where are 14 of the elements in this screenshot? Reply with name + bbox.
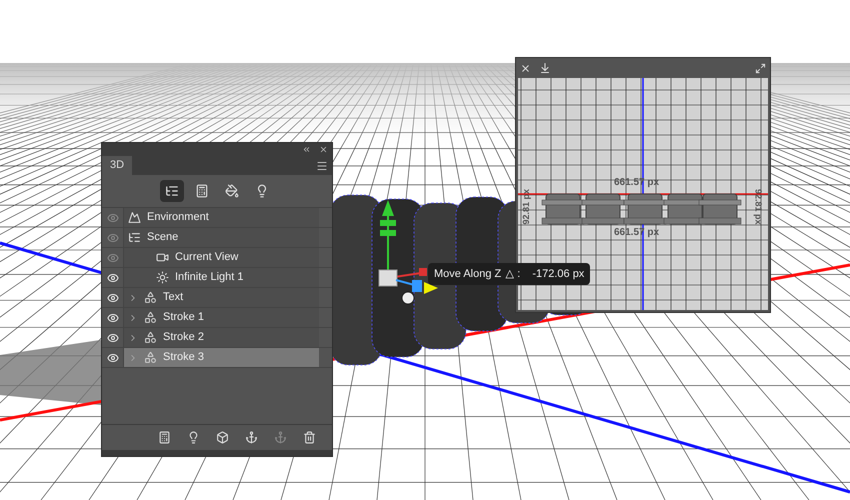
layer-row[interactable]: Text — [124, 288, 319, 307]
layer-row[interactable]: Stroke 2 — [124, 328, 319, 347]
layer-row[interactable]: Environment — [124, 208, 319, 227]
layer-row[interactable]: Current View — [124, 248, 319, 267]
panel-tab[interactable]: 3D — [102, 156, 132, 175]
layer-row[interactable]: Stroke 1 — [124, 308, 319, 327]
tooltip-value: -172.06 px — [532, 266, 584, 282]
layer-row[interactable]: Stroke 3 — [124, 348, 319, 367]
tooltip-label: Move Along Z — [434, 266, 502, 282]
layer-row[interactable]: Infinite Light 1 — [124, 268, 319, 287]
delta-symbol: △ — [505, 266, 514, 282]
tooltip-separator: : — [517, 266, 520, 282]
dimension-label: 92.81 px — [520, 188, 532, 225]
layer-row[interactable]: Scene — [124, 228, 319, 247]
